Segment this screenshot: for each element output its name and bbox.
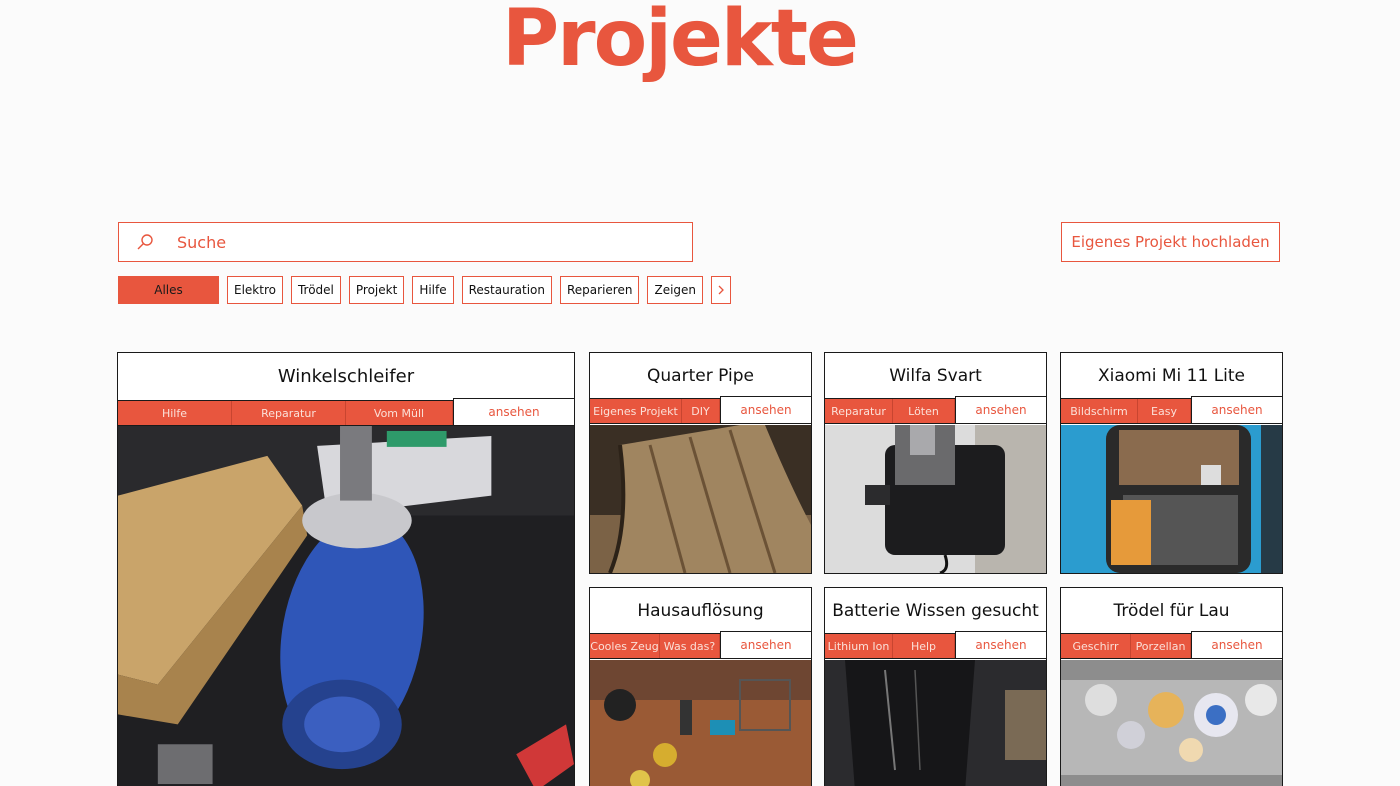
tag-row: Reparatur Löten ansehen — [825, 396, 1046, 424]
project-title: Wilfa Svart — [825, 353, 1046, 399]
project-tag: Cooles Zeug — [590, 634, 660, 658]
project-tag: Was das? — [660, 634, 720, 658]
project-tag: Easy — [1138, 399, 1191, 423]
project-tag: DIY — [682, 399, 720, 423]
project-title: Xiaomi Mi 11 Lite — [1061, 353, 1282, 399]
project-image[interactable] — [1061, 425, 1282, 573]
chevron-right-icon[interactable] — [711, 275, 732, 304]
tag-row: Hilfe Reparatur Vom Müll ansehen — [118, 398, 574, 426]
filter-chip-reparieren[interactable]: Reparieren — [560, 275, 640, 304]
project-title: Batterie Wissen gesucht — [825, 588, 1046, 634]
view-button[interactable]: ansehen — [1191, 631, 1282, 658]
view-button[interactable]: ansehen — [453, 398, 574, 425]
project-image[interactable] — [1061, 660, 1282, 786]
project-card[interactable]: Hausauflösung Cooles Zeug Was das? anseh… — [589, 587, 812, 786]
filter-chip-zeigen[interactable]: Zeigen — [647, 275, 704, 304]
upload-project-button[interactable]: Eigenes Projekt hochladen — [1061, 222, 1280, 262]
tag-row: Eigenes Projekt DIY ansehen — [590, 396, 811, 424]
project-title: Quarter Pipe — [590, 353, 811, 399]
project-title: Trödel für Lau — [1061, 588, 1282, 634]
project-tag: Vom Müll — [346, 401, 453, 425]
project-tag: Geschirr — [1061, 634, 1131, 658]
search-input[interactable] — [177, 232, 657, 252]
page-title: Projekte — [502, 0, 859, 84]
filter-chip-projekt[interactable]: Projekt — [348, 275, 405, 304]
project-image[interactable] — [825, 425, 1046, 573]
filter-chip-restauration[interactable]: Restauration — [461, 275, 552, 304]
project-card[interactable]: Winkelschleifer Hilfe Reparatur Vom Müll… — [117, 352, 575, 786]
search-bar[interactable] — [118, 222, 693, 262]
view-button[interactable]: ansehen — [955, 631, 1046, 658]
project-image[interactable] — [590, 660, 811, 786]
project-tag: Lithium Ion — [825, 634, 893, 658]
project-tag: Bildschirm — [1061, 399, 1138, 423]
project-card[interactable]: Batterie Wissen gesucht Lithium Ion Help… — [824, 587, 1047, 786]
tag-row: Bildschirm Easy ansehen — [1061, 396, 1282, 424]
filter-chip-alles[interactable]: Alles — [118, 275, 219, 304]
filter-chip-hilfe[interactable]: Hilfe — [412, 275, 454, 304]
search-icon — [135, 232, 155, 252]
project-image[interactable] — [590, 425, 811, 573]
project-title: Hausauflösung — [590, 588, 811, 634]
project-tag: Eigenes Projekt — [590, 399, 682, 423]
tag-row: Cooles Zeug Was das? ansehen — [590, 631, 811, 659]
project-card[interactable]: Trödel für Lau Geschirr Porzellan ansehe… — [1060, 587, 1283, 786]
project-tag: Reparatur — [825, 399, 893, 423]
project-title: Winkelschleifer — [118, 353, 574, 401]
project-tag: Reparatur — [232, 401, 346, 425]
project-image[interactable] — [825, 660, 1046, 786]
view-button[interactable]: ansehen — [720, 631, 811, 658]
project-image[interactable] — [118, 426, 574, 786]
project-card[interactable]: Quarter Pipe Eigenes Projekt DIY ansehen — [589, 352, 812, 574]
view-button[interactable]: ansehen — [720, 396, 811, 423]
project-card[interactable]: Xiaomi Mi 11 Lite Bildschirm Easy ansehe… — [1060, 352, 1283, 574]
project-tag: Löten — [893, 399, 955, 423]
project-tag: Porzellan — [1131, 634, 1191, 658]
projects-page: Projekte Eigenes Projekt hochladen Alles… — [0, 0, 1400, 786]
project-tag: Help — [893, 634, 955, 658]
view-button[interactable]: ansehen — [955, 396, 1046, 423]
project-card[interactable]: Wilfa Svart Reparatur Löten ansehen — [824, 352, 1047, 574]
tag-row: Geschirr Porzellan ansehen — [1061, 631, 1282, 659]
filter-chip-troedel[interactable]: Trödel — [290, 275, 341, 304]
project-tag: Hilfe — [118, 401, 232, 425]
filter-chip-elektro[interactable]: Elektro — [227, 275, 283, 304]
view-button[interactable]: ansehen — [1191, 396, 1282, 423]
category-filters: Alles Elektro Trödel Projekt Hilfe Resta… — [118, 275, 732, 304]
tag-row: Lithium Ion Help ansehen — [825, 631, 1046, 659]
